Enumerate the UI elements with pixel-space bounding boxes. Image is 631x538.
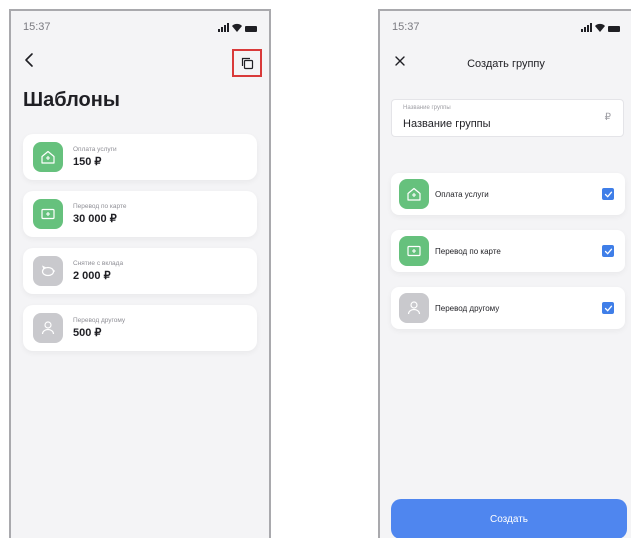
template-card-service-payment[interactable]: Оплата услуги 150 ₽ <box>23 134 257 180</box>
template-label: Перевод другому <box>73 317 126 324</box>
group-name-field[interactable]: Название группы Название группы ₽ <box>391 99 624 137</box>
status-icons <box>218 22 257 32</box>
template-card-card-transfer[interactable]: Перевод по карте 30 000 ₽ <box>23 191 257 237</box>
status-icons <box>581 22 620 32</box>
status-time: 15:37 <box>392 21 420 33</box>
select-item-card-transfer[interactable]: Перевод по карте <box>391 230 625 272</box>
checkbox-checked[interactable] <box>602 302 614 314</box>
ruble-icon: ₽ <box>604 112 611 123</box>
page-title: Шаблоны <box>23 89 120 111</box>
wifi-icon <box>232 23 242 32</box>
checkbox-checked[interactable] <box>602 188 614 200</box>
person-icon <box>399 293 429 323</box>
template-amount: 30 000 ₽ <box>73 213 117 225</box>
create-group-button[interactable] <box>232 49 262 77</box>
battery-icon <box>608 25 620 32</box>
template-card-deposit-withdrawal[interactable]: Снятие с вклада 2 000 ₽ <box>23 248 257 294</box>
copy-icon <box>241 57 253 69</box>
back-arrow-icon[interactable] <box>23 52 37 68</box>
template-amount: 150 ₽ <box>73 156 102 168</box>
checkbox-checked[interactable] <box>602 245 614 257</box>
select-item-transfer-other[interactable]: Перевод другому <box>391 287 625 329</box>
status-bar: 15:37 <box>392 20 620 34</box>
piggy-bank-icon <box>33 256 63 286</box>
select-item-service-payment[interactable]: Оплата услуги <box>391 173 625 215</box>
template-label: Перевод по карте <box>73 203 127 210</box>
modal-title: Создать группу <box>467 58 545 70</box>
wifi-icon <box>595 23 605 32</box>
card-transfer-icon <box>33 199 63 229</box>
check-icon <box>604 305 612 312</box>
select-item-label: Перевод по карте <box>435 246 501 256</box>
template-card-transfer-other[interactable]: Перевод другому 500 ₽ <box>23 305 257 351</box>
templates-screen: 15:37 Шаблоны Оплата услуги 150 ₽ Перево… <box>9 9 271 538</box>
house-icon <box>399 179 429 209</box>
group-name-label: Название группы <box>403 105 451 111</box>
check-icon <box>604 248 612 255</box>
template-label: Снятие с вклада <box>73 260 124 267</box>
status-time: 15:37 <box>23 21 51 33</box>
signal-icon <box>218 22 229 32</box>
signal-icon <box>581 22 592 32</box>
template-label: Оплата услуги <box>73 146 117 153</box>
card-transfer-icon <box>399 236 429 266</box>
create-button[interactable]: Создать <box>391 499 627 538</box>
status-bar: 15:37 <box>23 20 257 34</box>
select-item-label: Перевод другому <box>435 303 500 313</box>
select-item-label: Оплата услуги <box>435 189 489 199</box>
create-group-screen: 15:37 Создать группу Название группы Наз… <box>378 9 631 538</box>
check-icon <box>604 191 612 198</box>
template-amount: 2 000 ₽ <box>73 270 111 282</box>
house-icon <box>33 142 63 172</box>
battery-icon <box>245 25 257 32</box>
person-icon <box>33 313 63 343</box>
template-amount: 500 ₽ <box>73 327 102 339</box>
group-name-value: Название группы <box>403 118 491 130</box>
